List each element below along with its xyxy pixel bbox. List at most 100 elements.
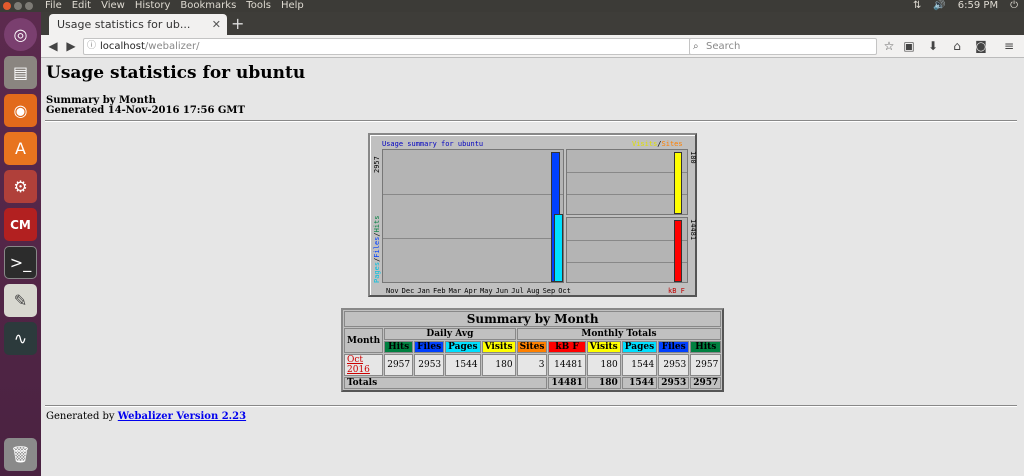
firefox-icon[interactable]: ◉ — [4, 94, 37, 127]
total-cell: 2953 — [658, 377, 690, 389]
system-menubar: File Edit View History Bookmarks Tools H… — [0, 0, 1024, 12]
reading-list-icon[interactable]: ▣ — [901, 38, 917, 54]
system-tray: ⇅ 🔊 6:59 PM ⏻ — [913, 0, 1018, 12]
col-files: Files — [658, 341, 690, 353]
month-label: Feb — [432, 287, 446, 295]
gridline — [567, 172, 687, 173]
footer-prefix: Generated by — [46, 411, 115, 422]
ubuntu-dash-icon[interactable]: ◎ — [4, 18, 37, 51]
kbf-bar-oct — [674, 220, 682, 282]
totals-label: Totals — [344, 377, 548, 389]
col-pages: Pages — [445, 341, 481, 353]
left-axis-label: Pages/Files/Hits — [373, 215, 381, 283]
col-kbf: kB F — [548, 341, 586, 353]
menu-edit[interactable]: Edit — [72, 0, 91, 12]
cell: 2953 — [658, 354, 690, 376]
webalizer-link[interactable]: Webalizer Version 2.23 — [118, 411, 246, 422]
left-max-label: 2957 — [373, 156, 381, 173]
cell: 2953 — [414, 354, 445, 376]
hamburger-menu-icon[interactable]: ≡ — [1001, 38, 1017, 54]
cell: 3 — [516, 354, 548, 376]
page-title: Usage statistics for ubuntu — [46, 63, 306, 83]
month-label: Dec — [401, 287, 415, 295]
files-icon[interactable]: ▤ — [4, 56, 37, 89]
network-icon[interactable]: ⇅ — [913, 0, 921, 12]
totals-row: Totals 14481 180 1544 2953 2957 — [344, 377, 722, 389]
axis-pages: Pages — [373, 261, 381, 283]
cell: 1544 — [445, 354, 481, 376]
month-label: Mar — [448, 287, 462, 295]
cell: 2957 — [690, 354, 722, 376]
gridline — [383, 238, 563, 239]
software-center-icon[interactable]: A — [4, 132, 37, 165]
cell: 2957 — [384, 354, 414, 376]
text-editor-icon[interactable]: ✎ — [4, 284, 37, 317]
pocket-icon[interactable]: ◙ — [973, 38, 989, 54]
month-label: Nov — [386, 287, 399, 295]
search-icon: ⌕ — [693, 41, 699, 52]
site-info-icon[interactable]: ⓘ — [87, 39, 96, 54]
right-top-label: 180 — [689, 151, 697, 164]
clock[interactable]: 6:59 PM — [958, 0, 998, 12]
month-label: Jul — [511, 287, 524, 295]
close-window-button[interactable] — [3, 2, 11, 10]
search-placeholder: Search — [706, 41, 741, 52]
new-tab-button[interactable]: + — [231, 13, 244, 34]
month-cell: Oct 2016 — [344, 354, 384, 376]
col-hits: Hits — [384, 341, 414, 353]
menu-file[interactable]: File — [45, 0, 62, 12]
settings-icon[interactable]: ⚙ — [4, 170, 37, 203]
tab-title: Usage statistics for ub... — [57, 18, 191, 31]
tab-webalizer[interactable]: Usage statistics for ub... ✕ — [49, 14, 227, 35]
bookmark-star-icon[interactable]: ☆ — [881, 38, 897, 54]
right-bottom-label: 14481 — [689, 219, 697, 241]
month-label: May — [479, 287, 493, 295]
divider — [45, 405, 1017, 407]
volume-icon[interactable]: 🔊 — [933, 0, 945, 12]
pages-bar-oct — [554, 214, 563, 282]
search-input[interactable]: ⌕ Search — [689, 38, 877, 55]
col-visits: Visits — [586, 341, 621, 353]
hits-panel — [382, 149, 564, 283]
menu-view[interactable]: View — [101, 0, 125, 12]
window-controls — [3, 2, 33, 10]
system-monitor-icon[interactable]: ∿ — [4, 322, 37, 355]
cell: 180 — [586, 354, 621, 376]
total-cell: 2957 — [690, 377, 722, 389]
url-bar[interactable]: ⓘ localhost/webalizer/ ↻ — [83, 38, 723, 55]
terminal-icon[interactable]: >_ — [4, 246, 37, 279]
menu-help[interactable]: Help — [281, 0, 304, 12]
table-caption: Summary by Month — [344, 311, 722, 327]
url-path: /webalizer/ — [144, 41, 200, 52]
menu-tools[interactable]: Tools — [246, 0, 271, 12]
navigation-toolbar: ◀ ▶ ⓘ localhost/webalizer/ ↻ ⌕ Search ☆ … — [41, 35, 1024, 58]
cm-app-icon[interactable]: CM — [4, 208, 37, 241]
summary-table: Summary by Month Month Daily Avg Monthly… — [341, 308, 724, 392]
forward-button[interactable]: ▶ — [63, 38, 79, 54]
url-host: localhost — [100, 41, 145, 52]
minimize-window-button[interactable] — [14, 2, 22, 10]
trash-icon[interactable]: 🗑 — [4, 438, 37, 471]
cell: 180 — [481, 354, 516, 376]
menu-bookmarks[interactable]: Bookmarks — [180, 0, 236, 12]
visits-bar-oct — [674, 152, 682, 214]
axis-files: Files — [373, 236, 381, 258]
downloads-icon[interactable]: ⬇ — [925, 38, 941, 54]
axis-hits: Hits — [373, 215, 381, 233]
col-pages: Pages — [621, 341, 658, 353]
maximize-window-button[interactable] — [25, 2, 33, 10]
close-tab-icon[interactable]: ✕ — [212, 14, 221, 35]
power-icon[interactable]: ⏻ — [1010, 0, 1018, 12]
back-button[interactable]: ◀ — [45, 38, 61, 54]
kbf-panel — [566, 217, 688, 283]
legend-visits: Visits — [632, 140, 658, 148]
total-cell: 14481 — [548, 377, 586, 389]
divider — [45, 120, 1017, 122]
month-axis: Nov Dec Jan Feb Mar Apr May Jun Jul Aug … — [386, 287, 571, 295]
graph-title: Usage summary for ubuntu — [382, 140, 484, 148]
month-label: Jun — [495, 287, 509, 295]
home-icon[interactable]: ⌂ — [949, 38, 965, 54]
gridline — [383, 194, 563, 195]
month-link[interactable]: Oct 2016 — [347, 355, 370, 375]
menu-history[interactable]: History — [135, 0, 171, 12]
